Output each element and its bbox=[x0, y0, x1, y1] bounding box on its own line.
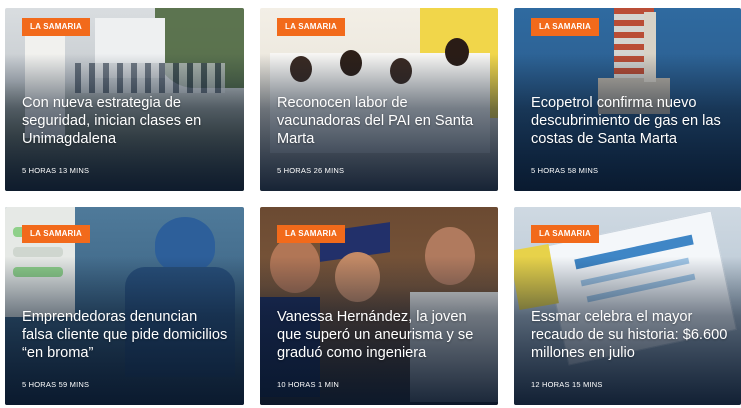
news-card[interactable]: LA SAMARIA Reconocen labor de vacunadora… bbox=[260, 8, 498, 191]
article-title[interactable]: Essmar celebra el mayor recaudo de su hi… bbox=[531, 308, 729, 362]
news-card[interactable]: LA SAMARIA Ecopetrol confirma nuevo desc… bbox=[514, 8, 741, 191]
news-card[interactable]: LA SAMARIA Vanessa Hernández, la joven q… bbox=[260, 207, 498, 405]
article-title[interactable]: Emprendedoras denuncian falsa cliente qu… bbox=[22, 308, 232, 362]
article-time: 5 HORAS 59 MINS bbox=[22, 380, 90, 389]
article-time: 12 HORAS 15 MINS bbox=[531, 380, 603, 389]
category-badge[interactable]: LA SAMARIA bbox=[531, 18, 599, 36]
article-time: 5 HORAS 26 MINS bbox=[277, 166, 345, 175]
category-badge[interactable]: LA SAMARIA bbox=[531, 225, 599, 243]
category-badge[interactable]: LA SAMARIA bbox=[22, 225, 90, 243]
article-title[interactable]: Reconocen labor de vacunadoras del PAI e… bbox=[277, 94, 486, 148]
article-time: 5 HORAS 58 MINS bbox=[531, 166, 599, 175]
news-grid: LA SAMARIA Con nueva estrategia de segur… bbox=[0, 0, 741, 408]
category-badge[interactable]: LA SAMARIA bbox=[277, 18, 345, 36]
news-card[interactable]: LA SAMARIA Essmar celebra el mayor recau… bbox=[514, 207, 741, 405]
news-card[interactable]: LA SAMARIA Emprendedoras denuncian falsa… bbox=[5, 207, 244, 405]
category-badge[interactable]: LA SAMARIA bbox=[277, 225, 345, 243]
article-title[interactable]: Vanessa Hernández, la joven que superó u… bbox=[277, 308, 486, 362]
news-card[interactable]: LA SAMARIA Con nueva estrategia de segur… bbox=[5, 8, 244, 191]
article-time: 10 HORAS 1 MIN bbox=[277, 380, 339, 389]
article-title[interactable]: Ecopetrol confirma nuevo descubrimiento … bbox=[531, 94, 729, 148]
category-badge[interactable]: LA SAMARIA bbox=[22, 18, 90, 36]
article-time: 5 HORAS 13 MINS bbox=[22, 166, 90, 175]
article-title[interactable]: Con nueva estrategia de seguridad, inici… bbox=[22, 94, 232, 148]
